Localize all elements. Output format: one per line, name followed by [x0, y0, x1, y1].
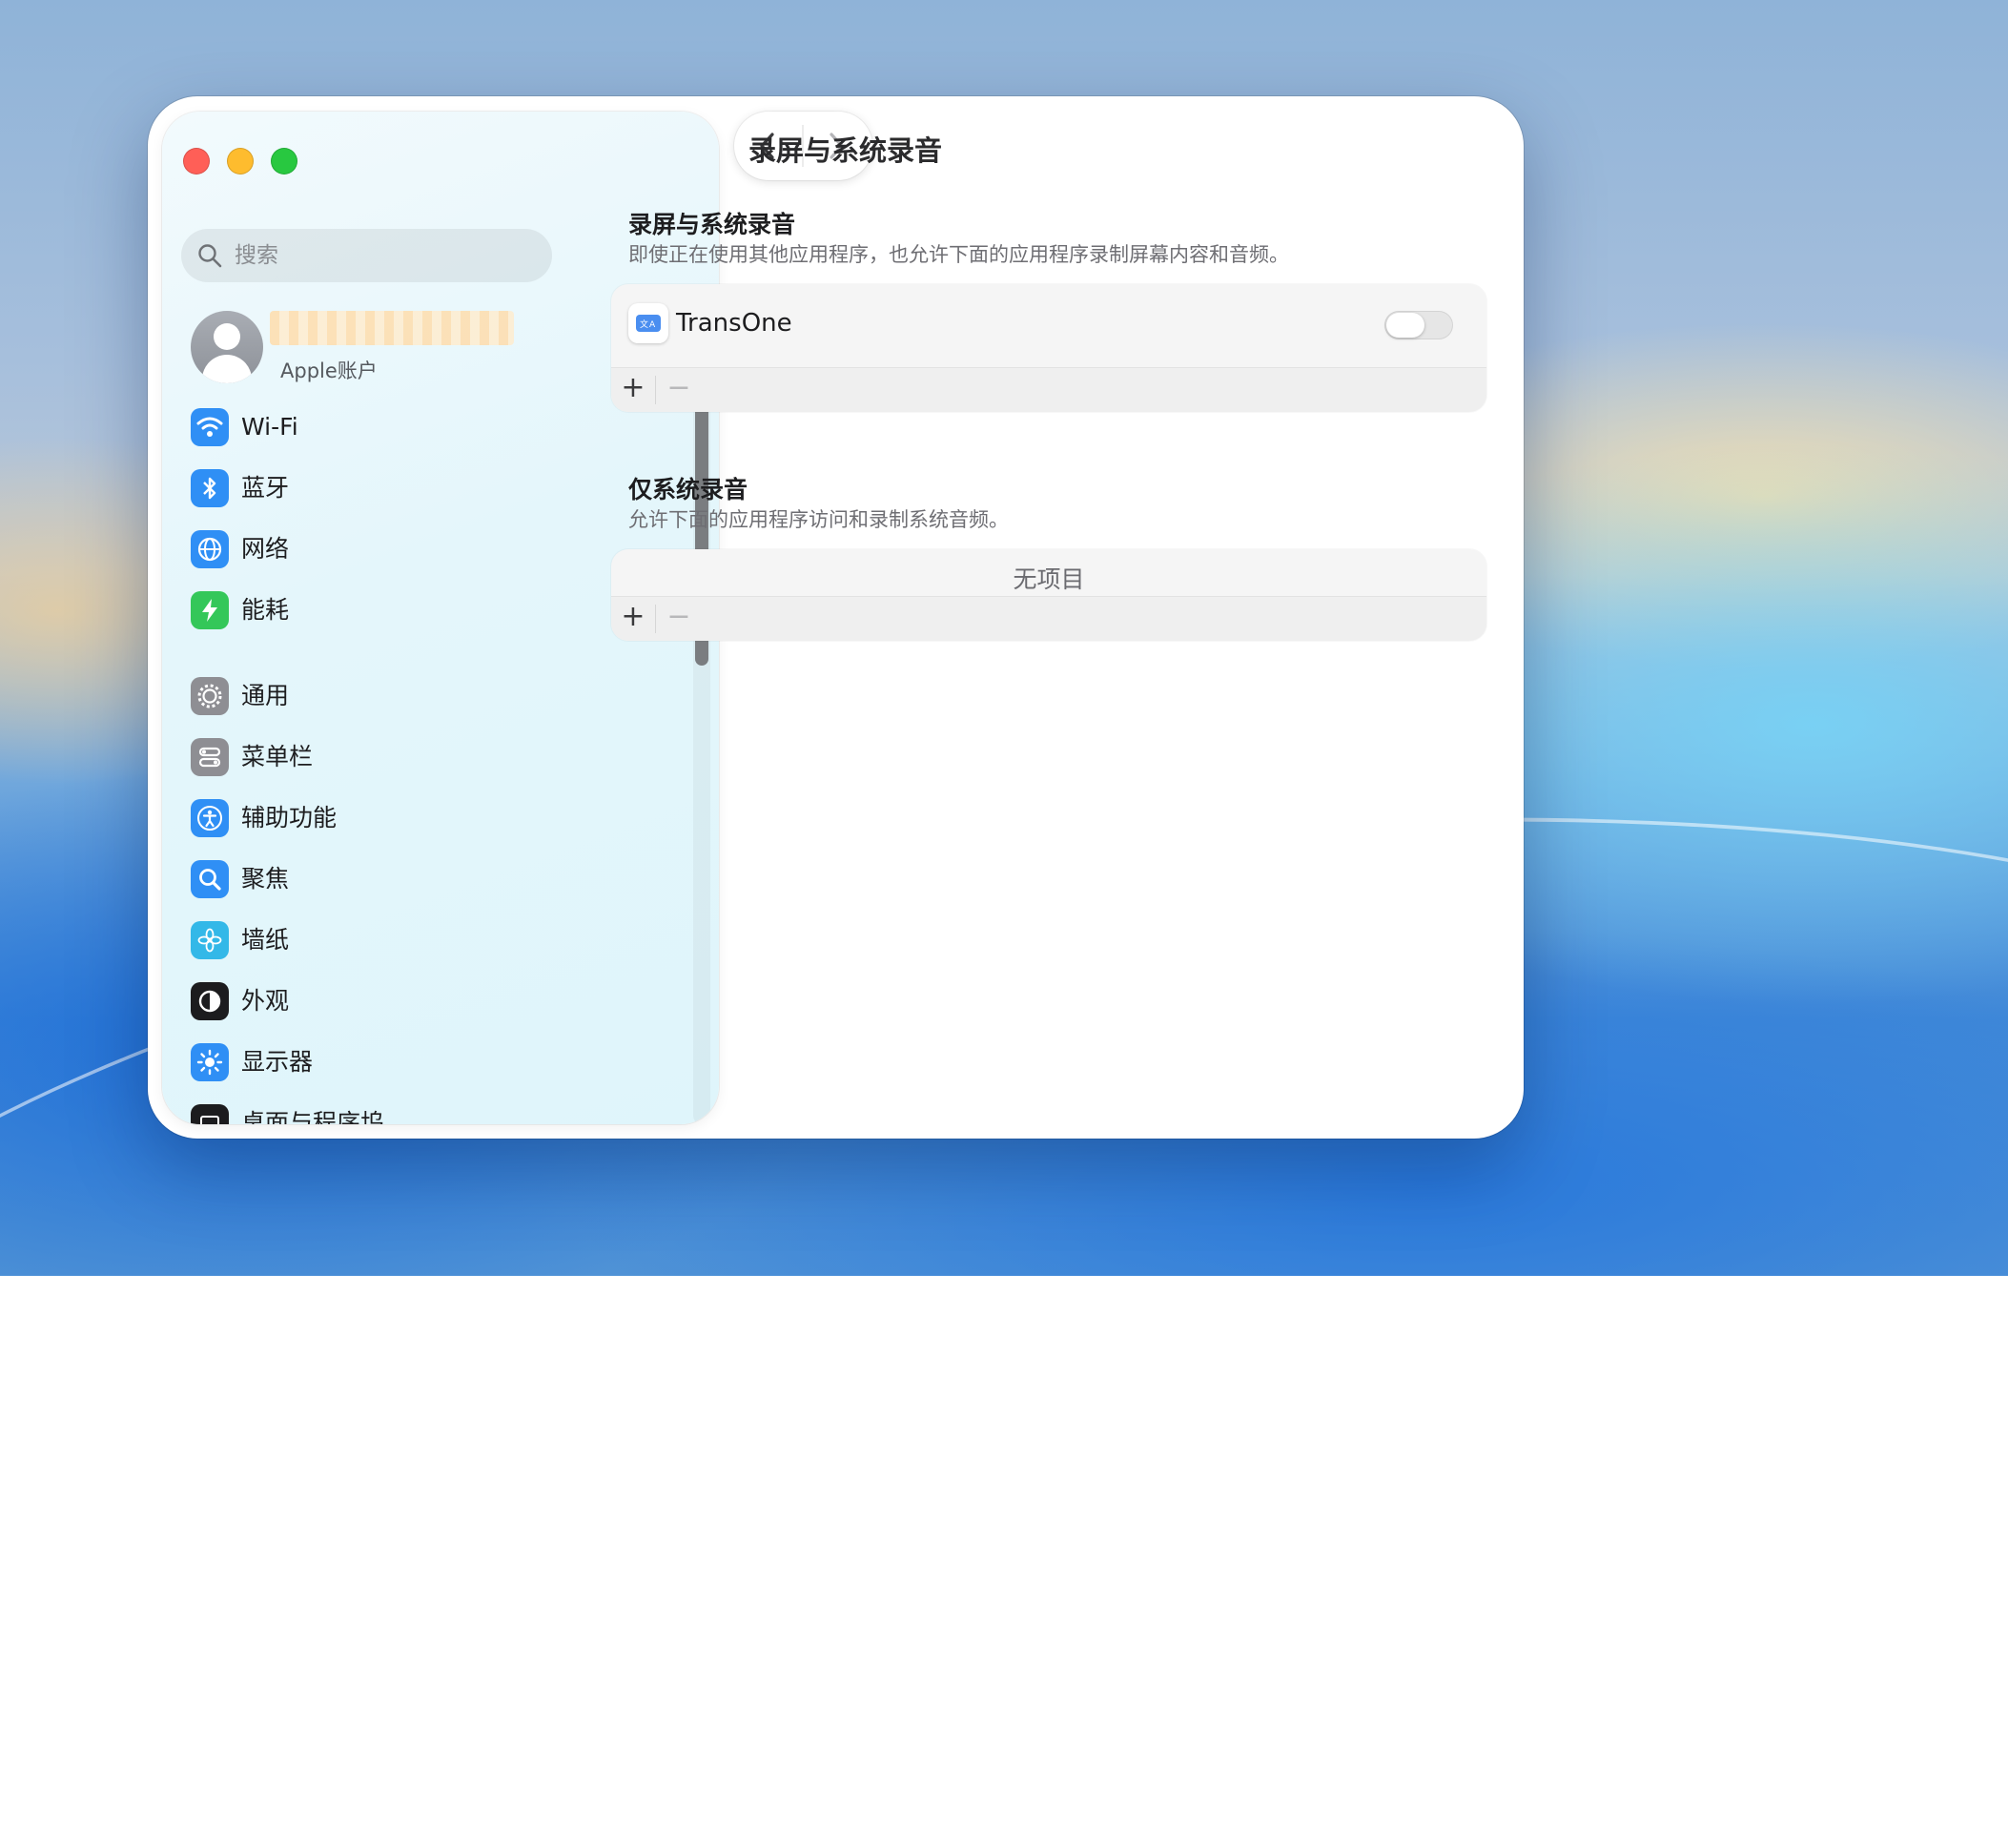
- add-app-button[interactable]: +: [619, 374, 647, 402]
- app-name: TransOne: [676, 309, 792, 338]
- sidebar-item-label: 辅助功能: [241, 804, 338, 832]
- remove-app-button[interactable]: −: [665, 374, 693, 402]
- sidebar-item-label: 菜单栏: [241, 743, 314, 770]
- appearance-icon: [191, 982, 229, 1020]
- magnifier-icon: [191, 860, 229, 898]
- section-title-screen-recording: 录屏与系统录音: [628, 211, 796, 238]
- account-subtitle: Apple账户: [280, 359, 378, 382]
- bar-divider: [655, 605, 656, 633]
- sidebar-item-wallpaper[interactable]: 墙纸: [191, 913, 553, 968]
- dock-icon: [191, 1104, 229, 1124]
- sidebar-item-spotlight[interactable]: 聚焦: [191, 852, 553, 907]
- avatar: [191, 311, 263, 383]
- sidebar-item-label: 显示器: [241, 1048, 314, 1076]
- app-list-system-audio: 无项目 + −: [611, 549, 1486, 641]
- section-title-system-audio: 仅系统录音: [628, 476, 748, 503]
- sidebar-item-menubar[interactable]: 菜单栏: [191, 729, 553, 785]
- search-placeholder: 搜索: [235, 243, 278, 268]
- sidebar-item-label: 网络: [241, 535, 290, 563]
- svg-text:文: 文: [640, 318, 648, 330]
- sidebar-item-label: 桌面与程序坞: [241, 1109, 385, 1124]
- wifi-icon: [191, 408, 229, 446]
- search-icon: [198, 244, 222, 268]
- app-list-screen-recording: 文 A TransOne + −: [611, 284, 1486, 412]
- zoom-window-button[interactable]: [271, 148, 297, 175]
- section-description-screen-recording: 即使正在使用其他应用程序，也允许下面的应用程序录制屏幕内容和音频。: [628, 243, 1289, 266]
- flower-icon: [191, 921, 229, 959]
- page-title: 录屏与系统录音: [748, 134, 943, 167]
- sun-icon: [191, 1043, 229, 1081]
- empty-row: 无项目: [611, 549, 1486, 595]
- sidebar-item-appearance[interactable]: 外观: [191, 974, 553, 1029]
- sidebar-item-label: 蓝牙: [241, 474, 290, 502]
- sidebar-item-displays[interactable]: 显示器: [191, 1035, 553, 1090]
- sidebar-item-accessibility[interactable]: 辅助功能: [191, 791, 553, 846]
- search-input[interactable]: 搜索: [181, 229, 552, 282]
- close-window-button[interactable]: [183, 148, 210, 175]
- app-row: 文 A TransOne: [611, 284, 1486, 367]
- empty-list-label: 无项目: [1013, 565, 1085, 593]
- translate-icon: 文 A: [628, 303, 668, 343]
- toggle-knob: [1386, 313, 1424, 338]
- add-app-button[interactable]: +: [619, 603, 647, 631]
- settings-window: 搜索 Apple账户 Wi-Fi 蓝牙 网络 能耗 通用 菜单栏 辅助功能 聚焦…: [148, 96, 1524, 1139]
- bar-divider: [655, 376, 656, 404]
- bolt-icon: [191, 591, 229, 629]
- menubar-icon: [191, 738, 229, 776]
- sidebar-item-label: 外观: [241, 987, 290, 1015]
- account-name-redacted: [270, 311, 514, 345]
- sidebar-item-desktop-dock[interactable]: 桌面与程序坞: [191, 1096, 553, 1124]
- bluetooth-icon: [191, 469, 229, 507]
- sidebar-item-energy[interactable]: 能耗: [191, 583, 553, 638]
- sidebar-item-network[interactable]: 网络: [191, 522, 553, 577]
- gear-icon: [191, 677, 229, 715]
- sidebar-item-label: 能耗: [241, 596, 290, 624]
- sidebar-item-label: 聚焦: [241, 865, 290, 893]
- list-edit-bar: + −: [611, 596, 1486, 641]
- sidebar-item-bluetooth[interactable]: 蓝牙: [191, 461, 553, 516]
- sidebar-item-wifi[interactable]: Wi-Fi: [191, 400, 553, 455]
- sidebar-scrollbar[interactable]: [693, 307, 710, 1124]
- accessibility-icon: [191, 799, 229, 837]
- list-edit-bar: + −: [611, 367, 1486, 412]
- sidebar-item-label: 通用: [241, 682, 290, 709]
- apple-account-item[interactable]: Apple账户: [191, 311, 553, 387]
- section-description-system-audio: 允许下面的应用程序访问和录制系统音频。: [628, 508, 1009, 531]
- app-permission-toggle[interactable]: [1384, 311, 1453, 339]
- minimize-window-button[interactable]: [227, 148, 254, 175]
- sidebar-item-label: 墙纸: [241, 926, 290, 954]
- globe-icon: [191, 530, 229, 568]
- sidebar-item-general[interactable]: 通用: [191, 668, 553, 724]
- remove-app-button[interactable]: −: [665, 603, 693, 631]
- sidebar-item-label: Wi-Fi: [241, 413, 298, 441]
- svg-text:A: A: [649, 320, 656, 330]
